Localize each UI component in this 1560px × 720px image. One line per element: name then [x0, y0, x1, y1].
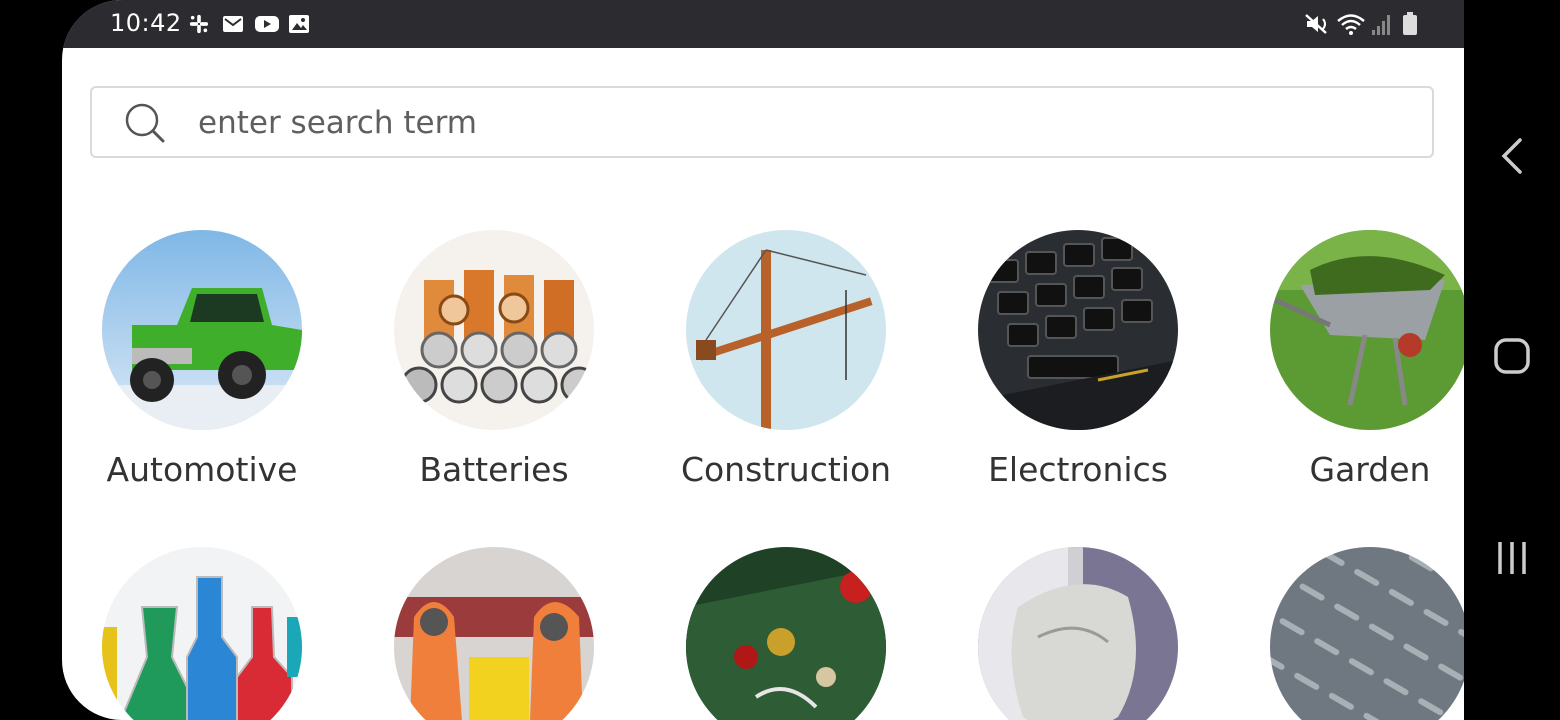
status-time: 10:42	[110, 9, 182, 37]
metal-plate-image	[1270, 547, 1464, 720]
category-label: Garden	[1309, 450, 1431, 489]
crane-image	[686, 230, 886, 430]
search-bar[interactable]	[90, 86, 1434, 158]
christmas-tree-image	[686, 547, 886, 720]
wheelbarrow-image	[1270, 230, 1464, 430]
category-label: Batteries	[419, 450, 569, 489]
category-label: Electronics	[988, 450, 1168, 489]
mute-icon	[1305, 14, 1327, 34]
recents-icon[interactable]	[1496, 540, 1528, 576]
slack-icon	[189, 14, 209, 34]
plastic-bag-image	[978, 547, 1178, 720]
home-icon[interactable]	[1494, 338, 1530, 374]
category-label: Automotive	[106, 450, 298, 489]
youtube-icon	[255, 16, 279, 32]
hazmat-image	[394, 547, 594, 720]
wifi-icon	[1337, 14, 1365, 35]
batteries-image	[394, 230, 594, 430]
app-screen: 10:42 enter search term Automotive Batte…	[62, 0, 1464, 720]
search-input[interactable]	[196, 100, 1400, 146]
search-icon	[125, 103, 165, 143]
gmail-icon	[223, 16, 243, 32]
chemicals-image	[102, 547, 302, 720]
gallery-icon	[289, 15, 309, 33]
truck-image	[102, 230, 302, 430]
battery-icon	[1403, 12, 1417, 35]
category-label: Construction	[680, 450, 892, 489]
status-bar: 10:42	[62, 0, 1464, 48]
signal-icon	[1372, 15, 1390, 35]
back-icon[interactable]	[1500, 138, 1524, 174]
keyboard-image	[978, 230, 1178, 430]
navigation-bar	[1464, 0, 1560, 720]
